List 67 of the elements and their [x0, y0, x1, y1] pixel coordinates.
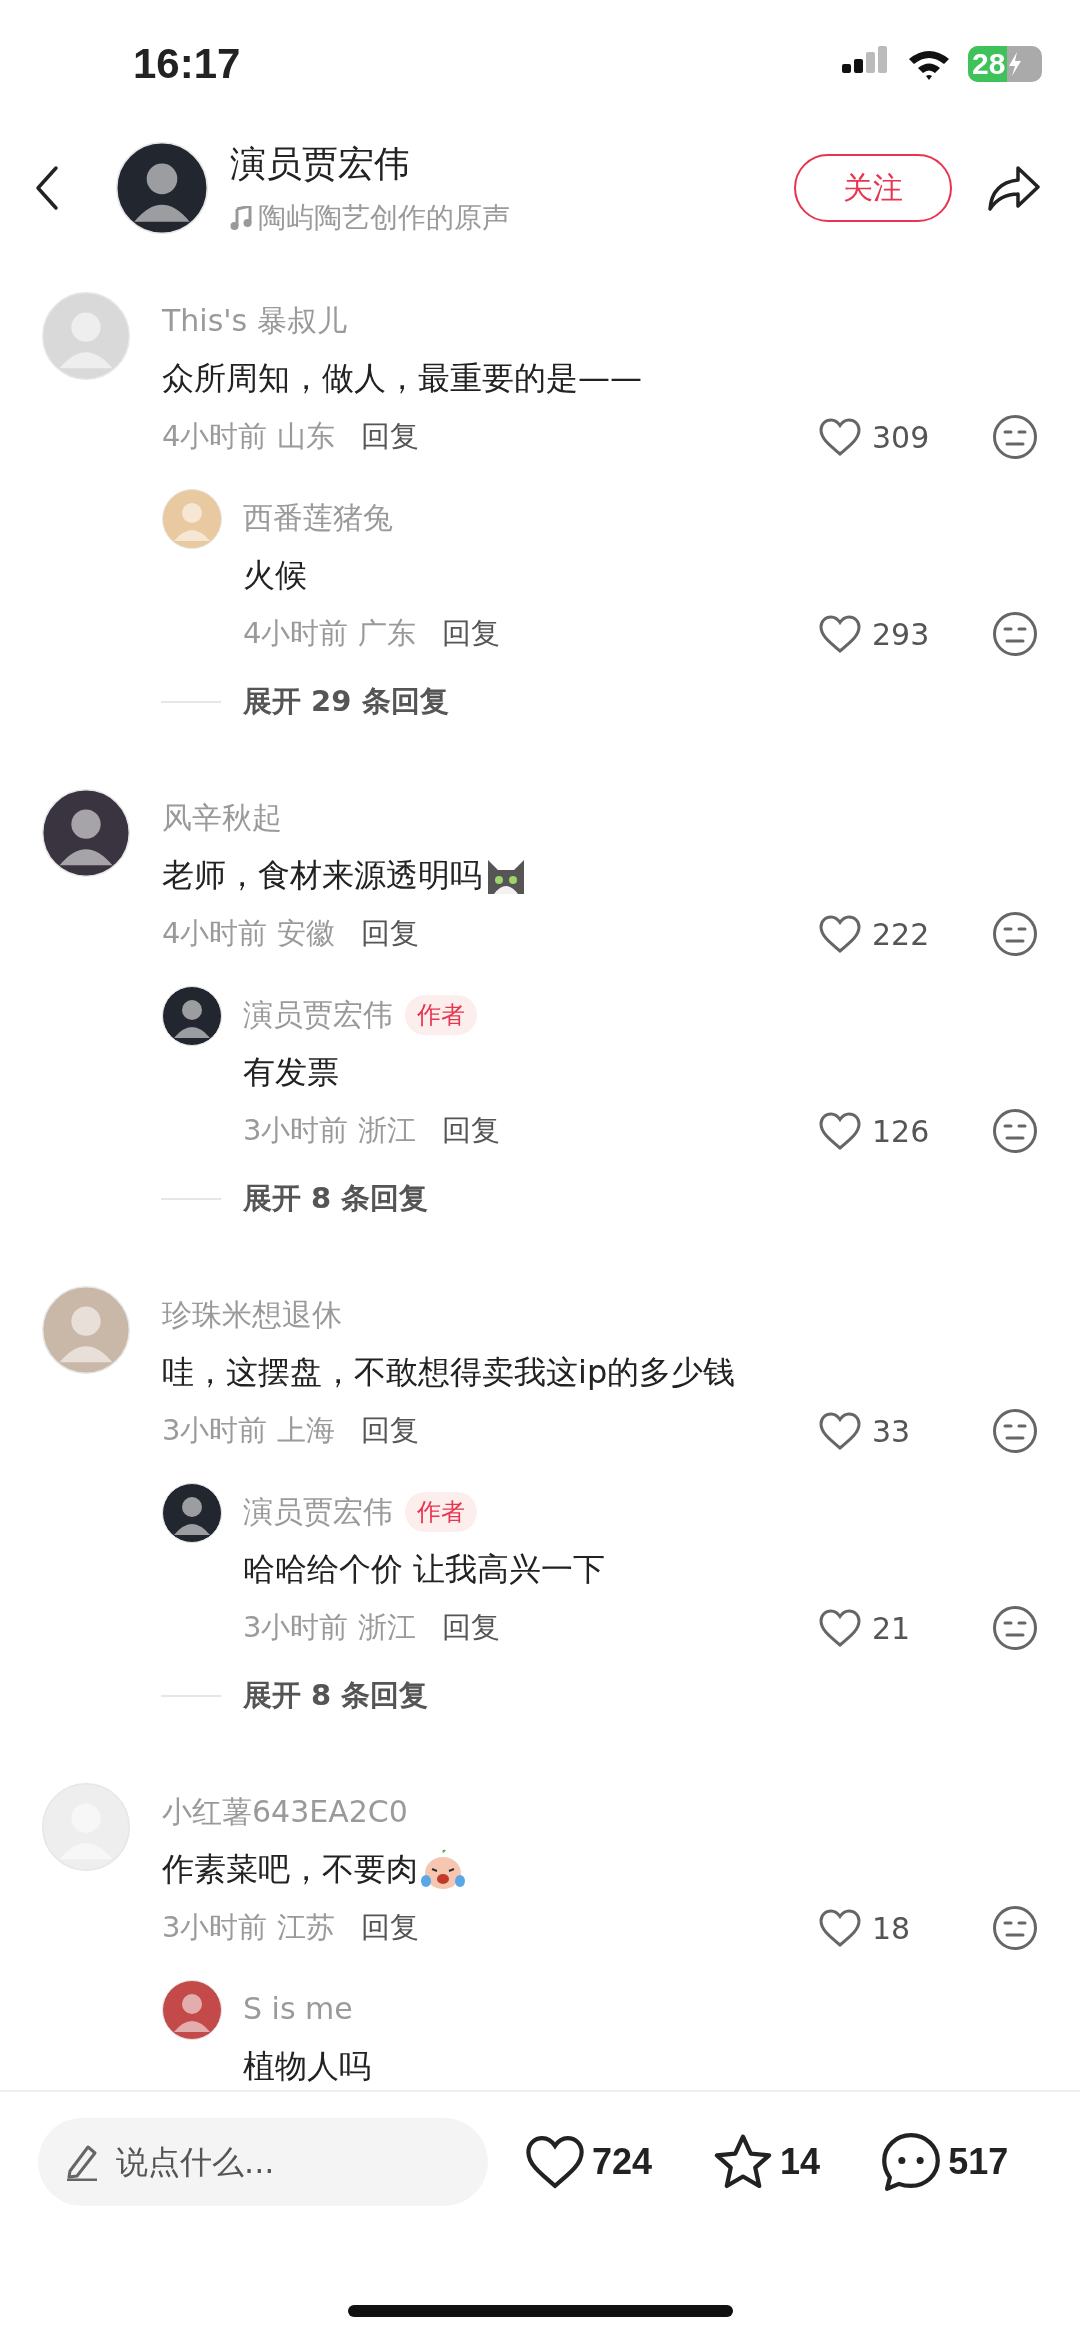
like-count: 18 — [872, 1910, 912, 1946]
avatar[interactable] — [162, 986, 222, 1046]
comment-location: 山东 — [277, 418, 336, 455]
comment-time: 3小时前 — [243, 1112, 349, 1149]
comment-location: 浙江 — [358, 1112, 417, 1149]
follow-button[interactable]: 关注 — [794, 154, 952, 222]
like-count: 724 — [592, 2141, 653, 2183]
avatar[interactable] — [116, 142, 208, 234]
dislike-face-icon[interactable] — [992, 414, 1038, 460]
reply-button[interactable]: 回复 — [361, 914, 420, 954]
dislike-face-icon[interactable] — [992, 911, 1038, 957]
reply-button[interactable]: 回复 — [442, 1111, 501, 1151]
author-name: 演员贾宏伟 — [230, 141, 411, 186]
dislike-face-icon[interactable] — [992, 611, 1038, 657]
comment-bubble-icon[interactable] — [880, 2131, 943, 2193]
dislike-face-icon[interactable] — [992, 1408, 1038, 1454]
comment-count: 517 — [948, 2141, 1009, 2183]
comment-location: 广东 — [358, 615, 417, 652]
comment-text: 有发票 — [243, 1052, 339, 1093]
favorite-count: 14 — [780, 2141, 821, 2183]
comment-location: 江苏 — [277, 1909, 336, 1946]
expand-replies-button[interactable]: 展开 8 条回复 — [243, 1676, 429, 1716]
comment-text: 众所周知，做人，最重要的是—— — [162, 358, 642, 399]
reply-button[interactable]: 回复 — [361, 1411, 420, 1451]
comment-location: 上海 — [277, 1412, 336, 1449]
like-count: 293 — [872, 616, 930, 652]
comment-time: 3小时前 — [162, 1412, 268, 1449]
music-note-icon — [230, 205, 252, 230]
comment-time: 4小时前 — [243, 615, 349, 652]
like-count: 309 — [872, 419, 930, 455]
comment-text: 哇，这摆盘，不敢想得卖我这ip的多少钱 — [162, 1352, 736, 1393]
comment-text: 哈哈给个价 让我高兴一下 — [243, 1549, 606, 1590]
avatar[interactable] — [162, 1483, 222, 1543]
like-count: 126 — [872, 1113, 930, 1149]
author-badge: 作者 — [405, 1492, 477, 1532]
battery-indicator: 28 — [968, 46, 1042, 82]
pencil-icon — [64, 2143, 100, 2181]
avatar[interactable] — [42, 789, 130, 877]
comment-text: 火候 — [243, 555, 307, 596]
status-time: 16:17 — [133, 40, 241, 88]
crying-face-icon — [420, 1849, 466, 1891]
reply-button[interactable]: 回复 — [442, 614, 501, 654]
expand-replies-button[interactable]: 展开 8 条回复 — [243, 1179, 429, 1219]
dislike-face-icon[interactable] — [992, 1605, 1038, 1651]
reply-button[interactable]: 回复 — [442, 1608, 501, 1648]
dislike-face-icon[interactable] — [992, 1108, 1038, 1154]
like-count: 222 — [872, 916, 930, 952]
dislike-face-icon[interactable] — [992, 1905, 1038, 1951]
author-badge: 作者 — [405, 995, 477, 1035]
comment-text: 植物人吗 — [243, 2046, 371, 2087]
comment-text: 作素菜吧，不要肉 — [162, 1849, 418, 1890]
comment-text: 老师，食材来源透明吗 — [162, 855, 482, 896]
comment-location: 安徽 — [277, 915, 336, 952]
share-icon[interactable] — [986, 163, 1042, 213]
reply-button[interactable]: 回复 — [361, 1908, 420, 1948]
comment-time: 3小时前 — [243, 1609, 349, 1646]
comment-time: 3小时前 — [162, 1909, 268, 1946]
comment-location: 浙江 — [358, 1609, 417, 1646]
reply-button[interactable]: 回复 — [361, 417, 420, 457]
heart-icon[interactable] — [524, 2134, 586, 2190]
comment-time: 4小时前 — [162, 418, 268, 455]
like-count: 21 — [872, 1610, 912, 1646]
back-icon[interactable] — [34, 164, 60, 212]
like-count: 33 — [872, 1413, 912, 1449]
comment-input[interactable]: 说点什么... — [38, 2118, 488, 2206]
expand-replies-button[interactable]: 展开 29 条回复 — [243, 682, 449, 722]
comment-time: 4小时前 — [162, 915, 268, 952]
